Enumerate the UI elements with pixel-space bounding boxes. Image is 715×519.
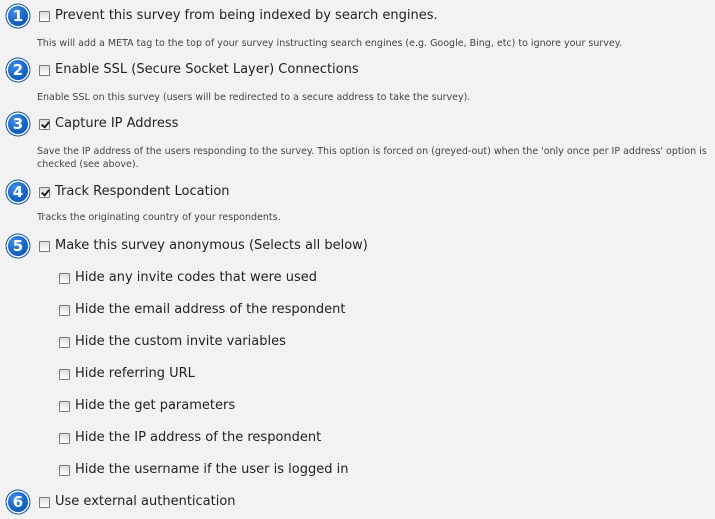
hide-invite-codes-label: Hide any invite codes that were used [75,270,318,285]
prevent-indexing-checkbox[interactable] [39,11,50,22]
step-number: 4 [12,183,24,201]
step-number: 6 [12,493,24,511]
step-badge-5: 5 [8,236,28,256]
hide-ip-address-label: Hide the IP address of the respondent [75,430,322,445]
step-number: 5 [12,237,24,255]
track-location-description: Tracks the originating country of your r… [37,212,281,223]
prevent-indexing-description: This will add a META tag to the top of y… [37,38,623,49]
step-badge-2: 2 [8,60,28,80]
step-badge-1: 1 [8,6,28,26]
capture-ip-description: Save the IP address of the users respond… [37,146,707,170]
capture-ip-label: Capture IP Address [55,116,179,131]
hide-username-label: Hide the username if the user is logged … [75,462,349,477]
hide-invite-codes-checkbox[interactable] [59,273,70,284]
step-number: 2 [12,61,24,79]
hide-referring-url-checkbox[interactable] [59,369,70,380]
step-badge-3: 3 [8,114,28,134]
step-number: 3 [12,115,24,133]
anonymous-survey-label: Make this survey anonymous (Selects all … [55,238,368,253]
hide-ip-address-checkbox[interactable] [59,433,70,444]
anonymous-survey-checkbox[interactable] [39,241,50,252]
external-auth-checkbox[interactable] [39,497,50,508]
hide-referring-url-label: Hide referring URL [75,366,195,381]
enable-ssl-description: Enable SSL on this survey (users will be… [37,92,471,103]
hide-get-parameters-label: Hide the get parameters [75,398,236,413]
external-auth-label: Use external authentication [55,494,236,509]
hide-invite-variables-checkbox[interactable] [59,337,70,348]
hide-email-checkbox[interactable] [59,305,70,316]
capture-ip-checkbox[interactable] [39,119,50,130]
enable-ssl-label: Enable SSL (Secure Socket Layer) Connect… [55,62,359,77]
step-badge-4: 4 [8,182,28,202]
track-location-label: Track Respondent Location [55,184,230,199]
prevent-indexing-label: Prevent this survey from being indexed b… [55,8,438,23]
hide-username-checkbox[interactable] [59,465,70,476]
hide-email-label: Hide the email address of the respondent [75,302,346,317]
hide-invite-variables-label: Hide the custom invite variables [75,334,286,349]
track-location-checkbox[interactable] [39,187,50,198]
enable-ssl-checkbox[interactable] [39,65,50,76]
step-number: 1 [12,7,24,25]
step-badge-6: 6 [8,492,28,512]
hide-get-parameters-checkbox[interactable] [59,401,70,412]
